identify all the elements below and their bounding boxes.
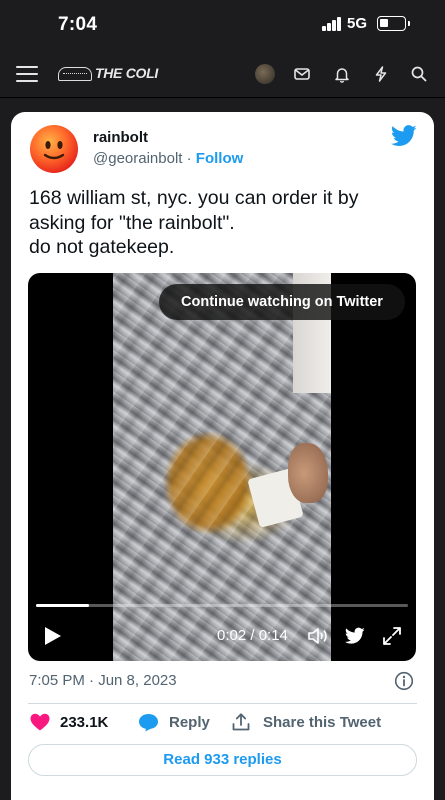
author-handle[interactable]: @georainbolt: [93, 150, 182, 167]
site-logo[interactable]: THE COLI: [58, 65, 158, 85]
info-icon[interactable]: [394, 671, 414, 691]
author-handle-row: @georainbolt · Follow: [93, 150, 243, 167]
tweet-text-line: asking for "the rainbolt".: [29, 211, 235, 234]
battery-icon: [377, 16, 406, 31]
video-player[interactable]: Continue watching on Twitter 0:02 / 0:14: [28, 273, 416, 661]
network-type: 5G: [347, 15, 368, 32]
share-icon: [232, 713, 250, 731]
status-bar: 7:04 5G: [0, 0, 445, 50]
status-time: 7:04: [58, 14, 98, 35]
site-header: THE COLI: [0, 50, 445, 98]
reply-bubble-icon: [139, 714, 158, 732]
play-icon[interactable]: [44, 626, 62, 646]
tweet-timestamp[interactable]: 7:05 PM · Jun 8, 2023: [29, 672, 177, 689]
like-count: 233.1K: [60, 714, 109, 731]
lightning-icon[interactable]: [372, 65, 390, 83]
volume-icon[interactable]: [307, 626, 329, 646]
video-progress-fill: [36, 604, 90, 607]
bell-icon[interactable]: [333, 65, 351, 83]
read-replies-button[interactable]: Read 933 replies: [28, 744, 417, 776]
follow-button[interactable]: Follow: [196, 150, 244, 167]
tweet-card: rainbolt @georainbolt · Follow 168 willi…: [11, 112, 434, 800]
twitter-bird-icon[interactable]: [345, 627, 365, 645]
twitter-bird-icon[interactable]: [391, 125, 417, 147]
tweet-text-line: do not gatekeep.: [29, 236, 175, 258]
logo-text: THE COLI: [95, 65, 158, 81]
fullscreen-icon[interactable]: [382, 626, 402, 646]
author-avatar[interactable]: [29, 124, 79, 174]
video-progress-bar[interactable]: [36, 604, 408, 607]
author-name[interactable]: rainbolt: [93, 129, 148, 146]
video-frame: [113, 273, 331, 661]
mail-icon[interactable]: [293, 65, 311, 83]
tweet-text-line: 168 william st, nyc. you can order it by: [29, 187, 359, 209]
search-icon[interactable]: [410, 65, 428, 83]
menu-icon[interactable]: [16, 65, 38, 83]
user-avatar[interactable]: [255, 64, 275, 84]
handle-separator: ·: [186, 150, 192, 167]
battery-nub: [408, 21, 410, 26]
reply-label: Reply: [169, 714, 210, 731]
colosseum-icon: [58, 67, 92, 81]
signal-strength-icon: [322, 17, 342, 31]
video-time: 0:02 / 0:14: [217, 627, 288, 644]
divider: [28, 703, 417, 704]
tweet-text: 168 william st, nyc. you can order it by…: [29, 186, 419, 260]
share-label: Share this Tweet: [263, 714, 382, 731]
heart-icon: [30, 713, 50, 731]
continue-watching-button[interactable]: Continue watching on Twitter: [159, 284, 405, 320]
